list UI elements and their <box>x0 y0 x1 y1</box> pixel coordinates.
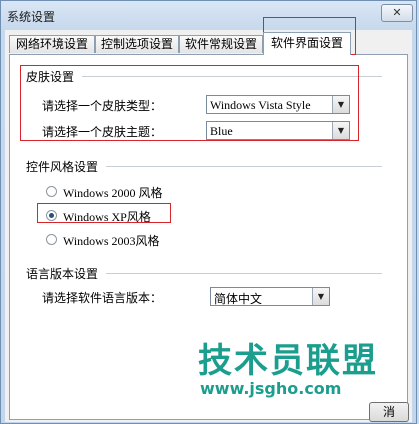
watermark-text: 技术员联盟 <box>198 341 378 381</box>
radio-label: Windows XP风格 <box>63 210 151 224</box>
skin-section-divider <box>82 76 382 77</box>
language-section-title: 语言版本设置 <box>26 267 99 281</box>
watermark-logo: 技术员联盟 www.jsgho.com <box>188 333 418 423</box>
close-button[interactable]: ✕ <box>381 4 413 22</box>
radio-button[interactable] <box>46 186 57 197</box>
chevron-down-icon[interactable]: ▼ <box>332 96 349 113</box>
skin-theme-value: Blue <box>210 124 233 138</box>
window-title: 系统设置 <box>7 10 56 24</box>
tab-interface[interactable]: 软件界面设置 <box>263 32 351 55</box>
language-value: 简体中文 <box>214 292 263 306</box>
chevron-down-icon[interactable]: ▼ <box>312 288 329 305</box>
control-style-divider <box>106 166 382 167</box>
watermark-url: www.jsgho.com <box>200 379 342 398</box>
radio-button[interactable] <box>46 234 57 245</box>
chevron-down-icon[interactable]: ▼ <box>332 122 349 139</box>
tab-general[interactable]: 软件常规设置 <box>179 35 263 53</box>
settings-window: 系统设置 ✕ 网络环境设置 控制选项设置 软件常规设置 软件界面设置 皮肤设置 … <box>0 0 417 424</box>
language-label: 请选择软件语言版本： <box>42 291 163 305</box>
language-divider <box>106 273 382 274</box>
radio-label: Windows 2000 风格 <box>63 186 163 200</box>
language-select[interactable]: 简体中文 ▼ <box>210 287 330 306</box>
skin-theme-select[interactable]: Blue ▼ <box>206 121 350 140</box>
tab-network[interactable]: 网络环境设置 <box>9 35 95 53</box>
title-bar: 系统设置 ✕ <box>1 1 416 29</box>
skin-type-label: 请选择一个皮肤类型： <box>42 99 163 113</box>
skin-type-select[interactable]: Windows Vista Style ▼ <box>206 95 350 114</box>
skin-section-title: 皮肤设置 <box>26 70 75 84</box>
skin-type-value: Windows Vista Style <box>210 98 311 112</box>
close-icon: ✕ <box>392 6 402 19</box>
radio-button-checked[interactable] <box>46 210 57 221</box>
control-style-section-title: 控件风格设置 <box>26 160 99 174</box>
tab-strip: 网络环境设置 控制选项设置 软件常规设置 软件界面设置 <box>9 32 409 55</box>
tab-control-options[interactable]: 控制选项设置 <box>95 35 179 53</box>
radio-label: Windows 2003风格 <box>63 234 160 248</box>
skin-theme-label: 请选择一个皮肤主题： <box>42 125 163 139</box>
